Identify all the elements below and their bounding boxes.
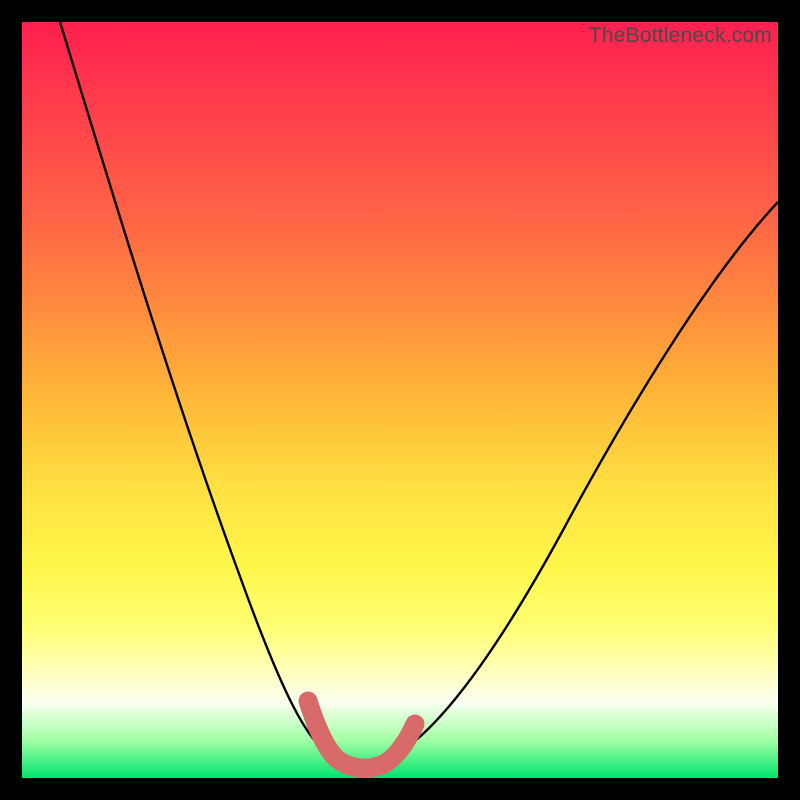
curve-path: [60, 22, 778, 765]
trough-marker: [308, 701, 415, 768]
bottleneck-curve: [22, 22, 778, 778]
chart-area: TheBottleneck.com: [22, 22, 778, 778]
